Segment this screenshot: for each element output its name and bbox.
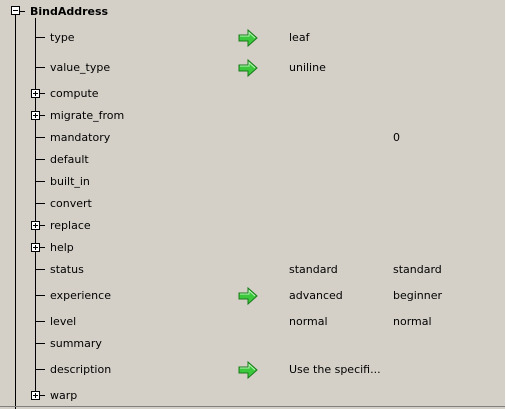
tree-connector	[36, 321, 45, 322]
expand-icon[interactable]	[31, 89, 40, 98]
row-label[interactable]: mandatory	[50, 131, 110, 144]
row-value: advanced	[289, 289, 343, 302]
row-label[interactable]: compute	[50, 87, 99, 100]
tree-connector	[36, 203, 45, 204]
green-right-arrow-icon	[238, 59, 258, 77]
tree-connector	[36, 369, 45, 370]
row-label[interactable]: warp	[50, 389, 77, 402]
tree-connector	[36, 37, 45, 38]
row-label[interactable]: summary	[50, 337, 102, 350]
tree-view[interactable]: BindAddress type leaf value_type uniline com…	[0, 0, 506, 409]
row-default-value: standard	[393, 263, 442, 276]
root-node-label[interactable]: BindAddress	[30, 5, 108, 18]
row-value: leaf	[289, 31, 310, 44]
collapse-icon[interactable]	[11, 6, 20, 15]
tree-connector	[40, 225, 45, 226]
expand-icon[interactable]	[31, 391, 40, 400]
tree-guide-line	[15, 15, 16, 409]
view-bottom-border	[0, 406, 506, 407]
row-default-value: 0	[393, 131, 400, 144]
tree-connector	[36, 137, 45, 138]
expand-icon[interactable]	[31, 111, 40, 120]
tree-connector	[36, 295, 45, 296]
tree-connector	[36, 159, 45, 160]
row-label[interactable]: migrate_from	[50, 109, 124, 122]
tree-connector	[40, 395, 45, 396]
row-value: Use the specifi...	[289, 363, 381, 376]
row-label[interactable]: value_type	[50, 61, 110, 74]
expand-icon[interactable]	[31, 243, 40, 252]
tree-connector	[36, 181, 45, 182]
row-label[interactable]: help	[50, 241, 74, 254]
row-label[interactable]: status	[50, 263, 84, 276]
row-label[interactable]: convert	[50, 197, 92, 210]
row-label[interactable]: description	[50, 363, 111, 376]
row-label[interactable]: replace	[50, 219, 91, 232]
row-label[interactable]: built_in	[50, 175, 90, 188]
tree-connector	[20, 11, 25, 12]
row-default-value: normal	[393, 315, 432, 328]
green-right-arrow-icon	[238, 287, 258, 305]
tree-connector	[40, 115, 45, 116]
green-right-arrow-icon	[238, 361, 258, 379]
tree-guide-line	[35, 18, 36, 395]
green-right-arrow-icon	[238, 29, 258, 47]
tree-connector	[36, 343, 45, 344]
row-label[interactable]: experience	[50, 289, 111, 302]
row-label[interactable]: type	[50, 31, 75, 44]
tree-connector	[40, 93, 45, 94]
row-label[interactable]: level	[50, 315, 76, 328]
row-value: standard	[289, 263, 338, 276]
tree-connector	[36, 269, 45, 270]
tree-connector	[36, 67, 45, 68]
row-value: uniline	[289, 61, 326, 74]
row-label[interactable]: default	[50, 153, 89, 166]
row-default-value: beginner	[393, 289, 443, 302]
row-value: normal	[289, 315, 328, 328]
tree-connector	[40, 247, 45, 248]
expand-icon[interactable]	[31, 221, 40, 230]
